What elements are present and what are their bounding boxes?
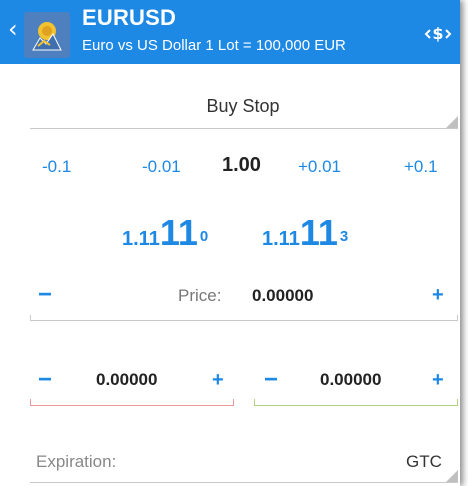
stop-loss-underline: [30, 405, 234, 406]
stop-loss-underline-tick-right: [233, 399, 234, 405]
price-underline-tick-left: [30, 315, 31, 320]
price-label: Price:: [178, 286, 222, 305]
price-decrease-button[interactable]: −: [38, 283, 52, 307]
ask-price: 1.1111 3: [262, 212, 348, 254]
ask-price-pips: 11: [299, 212, 338, 253]
price-input[interactable]: 0.00000: [252, 286, 313, 306]
bid-price-point: 0: [199, 227, 209, 245]
symbol-description: Euro vs US Dollar 1 Lot = 100,000 EUR: [82, 37, 346, 54]
volume-decrease-large[interactable]: -0.1: [42, 157, 71, 177]
expiration-label: Expiration:: [36, 452, 117, 471]
price-underline: [30, 320, 458, 321]
stop-loss-decrease-button[interactable]: −: [38, 368, 52, 392]
order-window: ‹ EURUSD Euro vs US Dollar 1 Lot = 100,0…: [0, 0, 460, 486]
symbol-title: EURUSD: [82, 5, 177, 30]
order-type-value: Buy Stop: [206, 96, 280, 116]
volume-value[interactable]: 1.00: [222, 154, 261, 177]
bid-price: 1.1111 0: [122, 212, 208, 254]
ask-price-prefix: 1.11: [262, 228, 300, 250]
order-type-underline: [30, 128, 458, 129]
volume-increase-large[interactable]: +0.1: [404, 157, 438, 177]
take-profit-increase-button[interactable]: +: [432, 370, 444, 390]
chevron-left-icon[interactable]: ‹: [8, 17, 18, 41]
bid-price-prefix: 1.11: [122, 228, 160, 250]
take-profit-underline: [254, 405, 458, 406]
take-profit-underline-tick-right: [457, 399, 458, 405]
svg-text:$: $: [432, 24, 443, 43]
ask-price-point: 3: [339, 227, 349, 245]
take-profit-underline-tick-left: [254, 399, 255, 405]
bid-price-pips: 11: [159, 212, 198, 253]
header-bar: ‹ EURUSD Euro vs US Dollar 1 Lot = 100,0…: [0, 0, 460, 64]
volume-decrease-small[interactable]: -0.01: [142, 157, 181, 177]
expiration-corner-icon: [446, 470, 458, 482]
take-profit-decrease-button[interactable]: −: [264, 368, 278, 392]
take-profit-input[interactable]: 0.00000: [320, 370, 381, 390]
order-type-select[interactable]: Buy Stop: [28, 84, 458, 128]
volume-increase-small[interactable]: +0.01: [298, 157, 341, 177]
price-underline-tick-right: [457, 315, 458, 320]
price-increase-button[interactable]: +: [432, 285, 444, 305]
metatrader-logo-icon: [24, 12, 70, 58]
expiration-underline: [30, 482, 458, 483]
stop-loss-increase-button[interactable]: +: [212, 370, 224, 390]
swap-currency-icon[interactable]: $: [424, 22, 452, 46]
dropdown-corner-icon: [446, 116, 458, 128]
expiration-value[interactable]: GTC: [406, 452, 442, 472]
stop-loss-underline-tick-left: [30, 399, 31, 405]
stop-loss-input[interactable]: 0.00000: [96, 370, 157, 390]
